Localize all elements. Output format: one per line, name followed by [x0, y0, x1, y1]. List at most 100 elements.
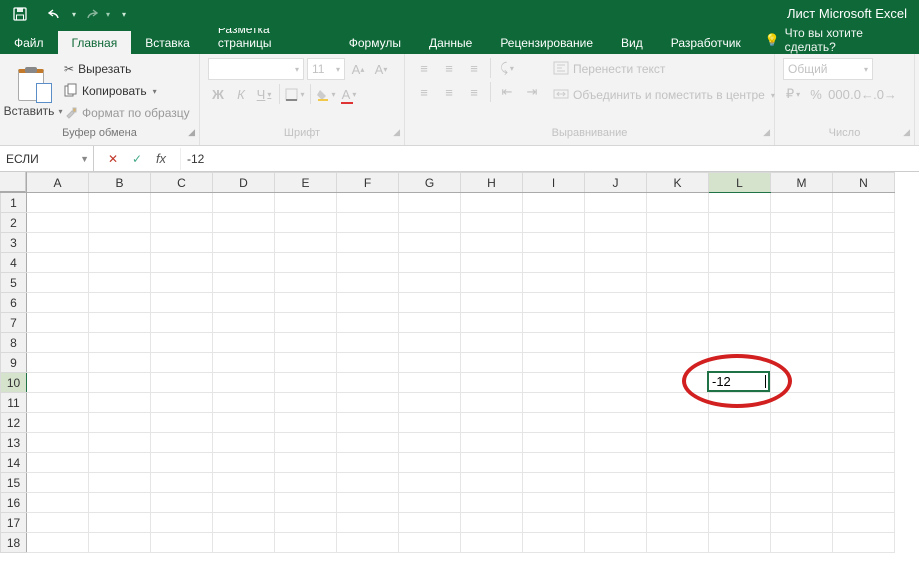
cell-M12[interactable] — [771, 413, 833, 433]
row-header-7[interactable]: 7 — [1, 313, 27, 333]
cell-A16[interactable] — [27, 493, 89, 513]
cell-H18[interactable] — [461, 533, 523, 553]
undo-dropdown-icon[interactable]: ▾ — [72, 10, 76, 19]
cell-J4[interactable] — [585, 253, 647, 273]
cell-L6[interactable] — [709, 293, 771, 313]
cell-H5[interactable] — [461, 273, 523, 293]
cell-L14[interactable] — [709, 453, 771, 473]
cell-C14[interactable] — [151, 453, 213, 473]
cell-A2[interactable] — [27, 213, 89, 233]
cell-D10[interactable] — [213, 373, 275, 393]
cell-D16[interactable] — [213, 493, 275, 513]
cell-C13[interactable] — [151, 433, 213, 453]
cell-F1[interactable] — [337, 193, 399, 213]
col-header-G[interactable]: G — [399, 173, 461, 193]
cell-C15[interactable] — [151, 473, 213, 493]
cell-I7[interactable] — [523, 313, 585, 333]
cell-E3[interactable] — [275, 233, 337, 253]
cell-M11[interactable] — [771, 393, 833, 413]
col-header-E[interactable]: E — [275, 173, 337, 193]
cell-L2[interactable] — [709, 213, 771, 233]
cell-M5[interactable] — [771, 273, 833, 293]
cell-N8[interactable] — [833, 333, 895, 353]
cell-J7[interactable] — [585, 313, 647, 333]
cell-H4[interactable] — [461, 253, 523, 273]
cell-F4[interactable] — [337, 253, 399, 273]
cell-I15[interactable] — [523, 473, 585, 493]
cell-M3[interactable] — [771, 233, 833, 253]
cell-G13[interactable] — [399, 433, 461, 453]
tab-главная[interactable]: Главная — [58, 31, 132, 54]
spreadsheet-grid[interactable]: ABCDEFGHIJKLMN12345678910111213141516171… — [0, 172, 919, 553]
cell-H9[interactable] — [461, 353, 523, 373]
row-header-17[interactable]: 17 — [1, 513, 27, 533]
cell-I18[interactable] — [523, 533, 585, 553]
cell-E8[interactable] — [275, 333, 337, 353]
row-header-14[interactable]: 14 — [1, 453, 27, 473]
cell-J3[interactable] — [585, 233, 647, 253]
cell-L7[interactable] — [709, 313, 771, 333]
tab-данные[interactable]: Данные — [415, 31, 486, 54]
cell-G16[interactable] — [399, 493, 461, 513]
cell-E13[interactable] — [275, 433, 337, 453]
cell-H14[interactable] — [461, 453, 523, 473]
cell-M7[interactable] — [771, 313, 833, 333]
cell-E7[interactable] — [275, 313, 337, 333]
tell-me-search[interactable]: 💡Что вы хотите сделать? — [755, 26, 919, 54]
cell-M16[interactable] — [771, 493, 833, 513]
cell-N5[interactable] — [833, 273, 895, 293]
cell-B17[interactable] — [89, 513, 151, 533]
cell-B5[interactable] — [89, 273, 151, 293]
cell-M14[interactable] — [771, 453, 833, 473]
col-header-B[interactable]: B — [89, 173, 151, 193]
cell-A10[interactable] — [27, 373, 89, 393]
cell-L17[interactable] — [709, 513, 771, 533]
cell-I5[interactable] — [523, 273, 585, 293]
cell-L8[interactable] — [709, 333, 771, 353]
cell-G7[interactable] — [399, 313, 461, 333]
cell-N3[interactable] — [833, 233, 895, 253]
cell-I9[interactable] — [523, 353, 585, 373]
cell-I6[interactable] — [523, 293, 585, 313]
cell-E11[interactable] — [275, 393, 337, 413]
cell-M8[interactable] — [771, 333, 833, 353]
cell-A3[interactable] — [27, 233, 89, 253]
cell-L3[interactable] — [709, 233, 771, 253]
cell-D3[interactable] — [213, 233, 275, 253]
cell-E18[interactable] — [275, 533, 337, 553]
cell-M15[interactable] — [771, 473, 833, 493]
cell-D18[interactable] — [213, 533, 275, 553]
cell-I1[interactable] — [523, 193, 585, 213]
cell-J9[interactable] — [585, 353, 647, 373]
cell-N15[interactable] — [833, 473, 895, 493]
cell-I13[interactable] — [523, 433, 585, 453]
cell-K7[interactable] — [647, 313, 709, 333]
cell-D15[interactable] — [213, 473, 275, 493]
cell-J6[interactable] — [585, 293, 647, 313]
cell-I17[interactable] — [523, 513, 585, 533]
tab-рецензирование[interactable]: Рецензирование — [486, 31, 607, 54]
cell-C6[interactable] — [151, 293, 213, 313]
cell-H7[interactable] — [461, 313, 523, 333]
col-header-H[interactable]: H — [461, 173, 523, 193]
cell-J10[interactable] — [585, 373, 647, 393]
cell-M10[interactable] — [771, 373, 833, 393]
cell-C10[interactable] — [151, 373, 213, 393]
cell-K3[interactable] — [647, 233, 709, 253]
row-header-10[interactable]: 10 — [1, 373, 27, 393]
cell-L5[interactable] — [709, 273, 771, 293]
cell-N13[interactable] — [833, 433, 895, 453]
col-header-A[interactable]: A — [27, 173, 89, 193]
cell-F12[interactable] — [337, 413, 399, 433]
cell-K4[interactable] — [647, 253, 709, 273]
cell-L1[interactable] — [709, 193, 771, 213]
col-header-J[interactable]: J — [585, 173, 647, 193]
cell-H3[interactable] — [461, 233, 523, 253]
cell-F14[interactable] — [337, 453, 399, 473]
cell-N6[interactable] — [833, 293, 895, 313]
cell-N7[interactable] — [833, 313, 895, 333]
cell-K14[interactable] — [647, 453, 709, 473]
cell-M6[interactable] — [771, 293, 833, 313]
cell-N18[interactable] — [833, 533, 895, 553]
fx-icon[interactable]: fx — [150, 148, 172, 170]
